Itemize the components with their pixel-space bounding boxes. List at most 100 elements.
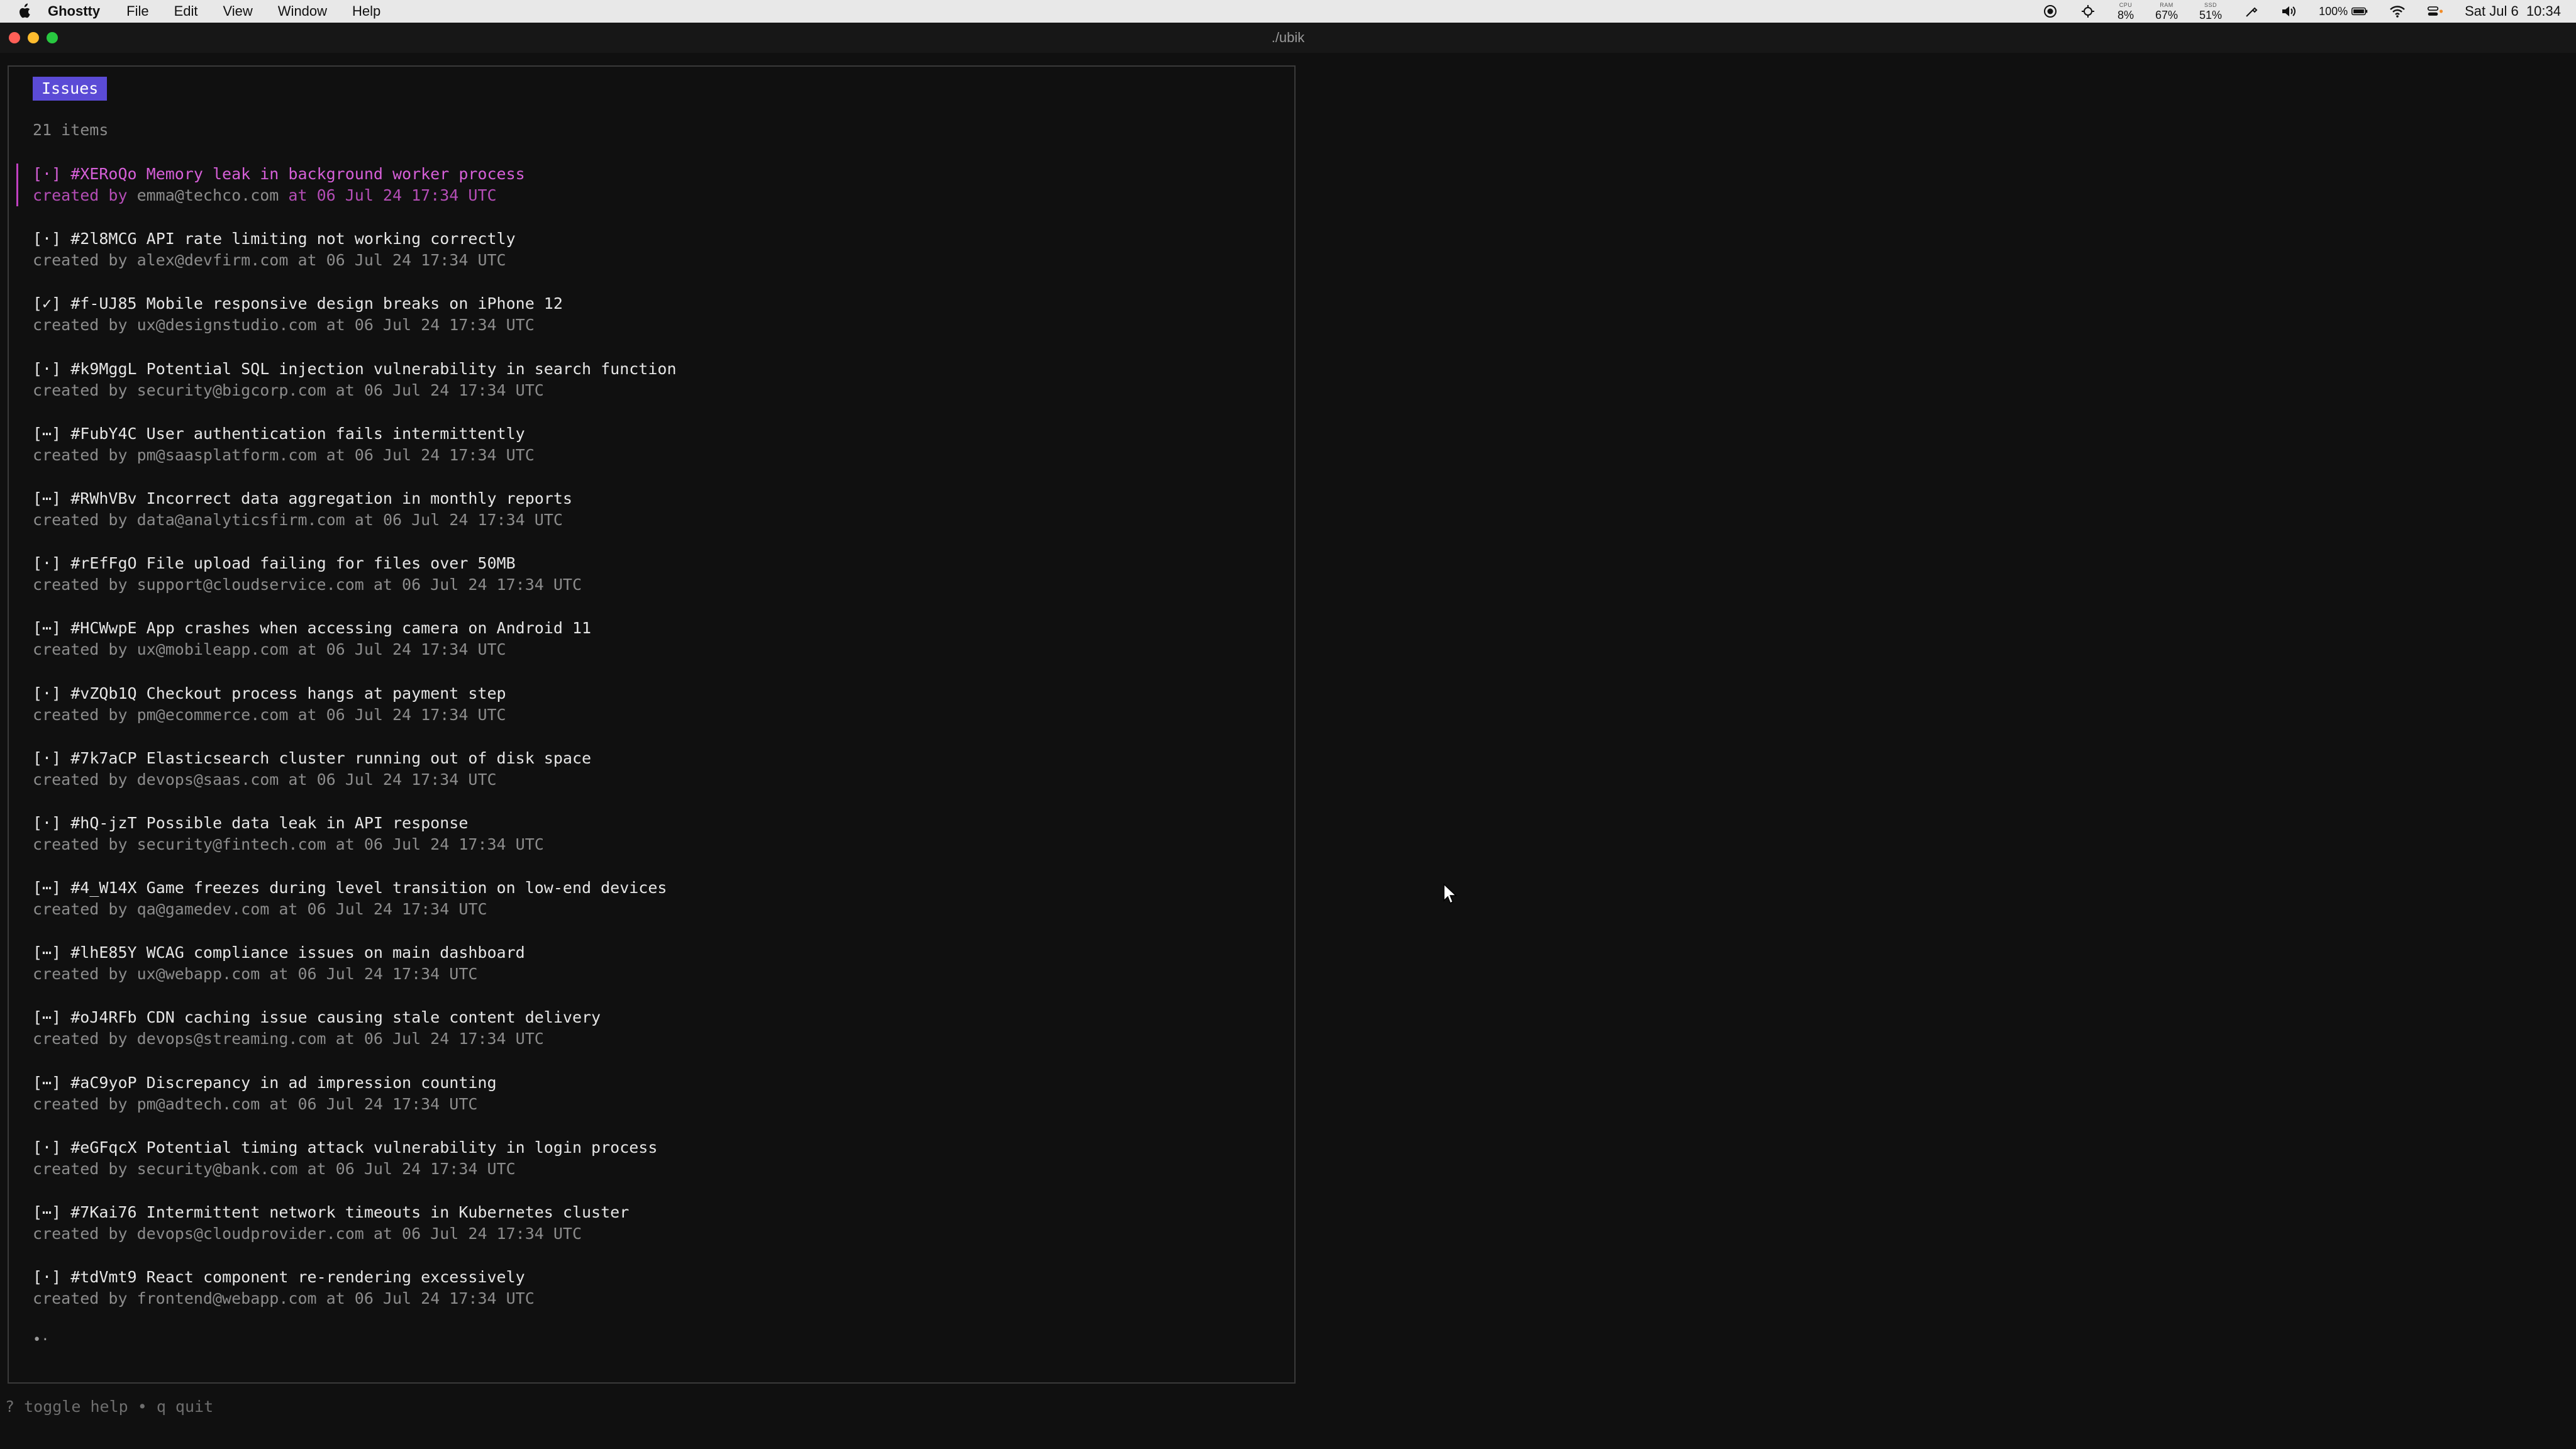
issue-title-line: [✓] #f-UJ85 Mobile responsive design bre… xyxy=(33,293,1294,314)
issue-meta-line: created by frontend@webapp.com at 06 Jul… xyxy=(33,1289,535,1308)
issue-id: #rEfFgO xyxy=(70,554,137,573)
issue-item[interactable]: [⋯] #HCWwpE App crashes when accessing c… xyxy=(9,618,1294,682)
control-center-icon[interactable] xyxy=(2427,3,2443,19)
menu-view[interactable]: View xyxy=(223,3,253,19)
issues-tab[interactable]: Issues xyxy=(33,77,108,101)
ssd-stat[interactable]: SSD 51% xyxy=(2199,2,2222,21)
issue-status: [⋯] xyxy=(33,1203,62,1221)
issue-item[interactable]: [⋯] #aC9yoP Discrepancy in ad impression… xyxy=(9,1072,1294,1137)
issue-created-time: 06 Jul 24 17:34 UTC xyxy=(364,1030,544,1048)
issue-title: React component re-rendering excessively xyxy=(146,1268,525,1287)
issue-created-time: 06 Jul 24 17:34 UTC xyxy=(354,445,535,464)
cpu-stat[interactable]: CPU 8% xyxy=(2118,2,2134,21)
issue-status: [·] xyxy=(33,1268,62,1287)
issue-id: #k9MggL xyxy=(70,359,137,378)
issue-title-line: [·] #eGFqcX Potential timing attack vuln… xyxy=(33,1137,1294,1158)
issue-title-line: [⋯] #7Kai76 Intermittent network timeout… xyxy=(33,1202,1294,1223)
issue-status: [⋯] xyxy=(33,424,62,443)
issue-created-time: 06 Jul 24 17:34 UTC xyxy=(307,900,487,919)
issue-created-time: 06 Jul 24 17:34 UTC xyxy=(326,640,506,659)
issue-item[interactable]: [⋯] #RWhVBv Incorrect data aggregation i… xyxy=(9,488,1294,553)
issue-item[interactable]: [⋯] #7Kai76 Intermittent network timeout… xyxy=(9,1202,1294,1267)
issue-author-email: pm@saasplatform.com xyxy=(136,445,317,464)
menu-edit[interactable]: Edit xyxy=(174,3,198,19)
issue-title-line: [⋯] #RWhVBv Incorrect data aggregation i… xyxy=(33,488,1294,509)
issue-title: Incorrect data aggregation in monthly re… xyxy=(146,489,572,508)
issue-list: [·] #XERoQo Memory leak in background wo… xyxy=(9,164,1294,1331)
issue-title-line: [⋯] #aC9yoP Discrepancy in ad impression… xyxy=(33,1072,1294,1094)
issue-meta-line: created by devops@cloudprovider.com at 0… xyxy=(33,1224,582,1243)
app-name-menu[interactable]: Ghostty xyxy=(48,3,100,19)
issue-created-time: 06 Jul 24 17:34 UTC xyxy=(402,575,582,594)
issue-item[interactable]: [⋯] #lhE85Y WCAG compliance issues on ma… xyxy=(9,942,1294,1007)
issue-item[interactable]: [⋯] #oJ4RFb CDN caching issue causing st… xyxy=(9,1007,1294,1072)
issue-author-email: alex@devfirm.com xyxy=(136,251,289,270)
issue-created-time: 06 Jul 24 17:34 UTC xyxy=(316,770,497,789)
issue-status: [·] xyxy=(33,230,62,248)
issue-created-time: 06 Jul 24 17:34 UTC xyxy=(354,316,535,335)
issue-title-line: [·] #k9MggL Potential SQL injection vuln… xyxy=(33,358,1294,380)
battery-status[interactable]: 100% xyxy=(2319,3,2368,19)
title-bar[interactable]: ./ubik xyxy=(0,23,2576,53)
issue-item[interactable]: [·] #hQ-jzT Possible data leak in API re… xyxy=(9,813,1294,877)
issue-created-time: 06 Jul 24 17:34 UTC xyxy=(364,380,544,399)
apple-icon[interactable] xyxy=(15,3,33,20)
terminal-content[interactable]: Issues 21 items [·] #XERoQo Memory leak … xyxy=(0,53,2576,1449)
terminal-window: ./ubik Issues 21 items [·] #XERoQo Memor… xyxy=(0,23,2576,1449)
issue-id: #lhE85Y xyxy=(70,943,137,962)
issue-title: File upload failing for files over 50MB xyxy=(146,554,516,573)
focus-icon[interactable] xyxy=(2080,3,2096,19)
clock[interactable]: Sat Jul 6 10:34 xyxy=(2465,3,2561,19)
ram-stat[interactable]: RAM 67% xyxy=(2155,2,2178,21)
issue-meta-line: created by ux@designstudio.com at 06 Jul… xyxy=(33,316,535,335)
issue-item[interactable]: [·] #vZQb1Q Checkout process hangs at pa… xyxy=(9,683,1294,748)
issue-item[interactable]: [⋯] #4_W14X Game freezes during level tr… xyxy=(9,877,1294,942)
issue-id: #oJ4RFb xyxy=(70,1008,137,1027)
issue-status: [·] xyxy=(33,165,62,183)
issue-id: #4_W14X xyxy=(70,879,137,897)
issue-id: #7Kai76 xyxy=(70,1203,137,1221)
issue-item[interactable]: [·] #k9MggL Potential SQL injection vuln… xyxy=(9,358,1294,423)
issue-author-email: security@fintech.com xyxy=(136,835,326,853)
issue-item[interactable]: [⋯] #FubY4C User authentication fails in… xyxy=(9,423,1294,488)
issue-status: [·] xyxy=(33,359,62,378)
issue-item[interactable]: [·] #rEfFgO File upload failing for file… xyxy=(9,553,1294,618)
issue-id: #HCWwpE xyxy=(70,619,137,638)
issue-author-email: security@bank.com xyxy=(136,1159,298,1178)
issue-title: Mobile responsive design breaks on iPhon… xyxy=(146,294,563,313)
issue-title: Potential timing attack vulnerability in… xyxy=(146,1138,658,1157)
window-title: ./ubik xyxy=(1271,30,1305,45)
menu-window[interactable]: Window xyxy=(278,3,327,19)
menu-file[interactable]: File xyxy=(126,3,148,19)
issue-item[interactable]: [✓] #f-UJ85 Mobile responsive design bre… xyxy=(9,293,1294,358)
issue-meta-line: created by security@bank.com at 06 Jul 2… xyxy=(33,1159,516,1178)
issue-title-line: [⋯] #FubY4C User authentication fails in… xyxy=(33,423,1294,445)
issue-title-line: [·] #rEfFgO File upload failing for file… xyxy=(33,553,1294,574)
issue-id: #2l8MCG xyxy=(70,230,137,248)
issue-id: #tdVmt9 xyxy=(70,1268,137,1287)
issue-item[interactable]: [·] #tdVmt9 React component re-rendering… xyxy=(9,1267,1294,1331)
issue-title-line: [·] #tdVmt9 React component re-rendering… xyxy=(33,1267,1294,1288)
record-icon[interactable] xyxy=(2042,3,2058,19)
issue-item[interactable]: [·] #eGFqcX Potential timing attack vuln… xyxy=(9,1137,1294,1202)
tools-icon[interactable] xyxy=(2243,3,2260,19)
issue-meta-line: created by pm@saasplatform.com at 06 Jul… xyxy=(33,445,535,464)
wifi-icon[interactable] xyxy=(2389,3,2406,19)
menu-help[interactable]: Help xyxy=(352,3,380,19)
issue-id: #aC9yoP xyxy=(70,1073,137,1092)
issue-item[interactable]: [·] #7k7aCP Elasticsearch cluster runnin… xyxy=(9,748,1294,813)
issue-meta-line: created by data@analyticsfirm.com at 06 … xyxy=(33,510,563,529)
volume-icon[interactable] xyxy=(2281,3,2297,19)
issue-title-line: [⋯] #4_W14X Game freezes during level tr… xyxy=(33,877,1294,899)
battery-icon xyxy=(2351,3,2368,19)
issue-title: App crashes when accessing camera on And… xyxy=(146,619,592,638)
issue-author-email: emma@techco.com xyxy=(136,186,279,204)
issue-item[interactable]: [·] #XERoQo Memory leak in background wo… xyxy=(9,164,1294,228)
issue-meta-line: created by emma@techco.com at 06 Jul 24 … xyxy=(33,186,497,204)
issue-author-email: ux@mobileapp.com xyxy=(136,640,289,659)
issue-id: #RWhVBv xyxy=(70,489,137,508)
issue-status: [⋯] xyxy=(33,879,62,897)
issue-item[interactable]: [·] #2l8MCG API rate limiting not workin… xyxy=(9,228,1294,293)
help-bar: ? toggle help • q quit xyxy=(5,1397,214,1416)
issue-title: Memory leak in background worker process xyxy=(146,165,525,183)
